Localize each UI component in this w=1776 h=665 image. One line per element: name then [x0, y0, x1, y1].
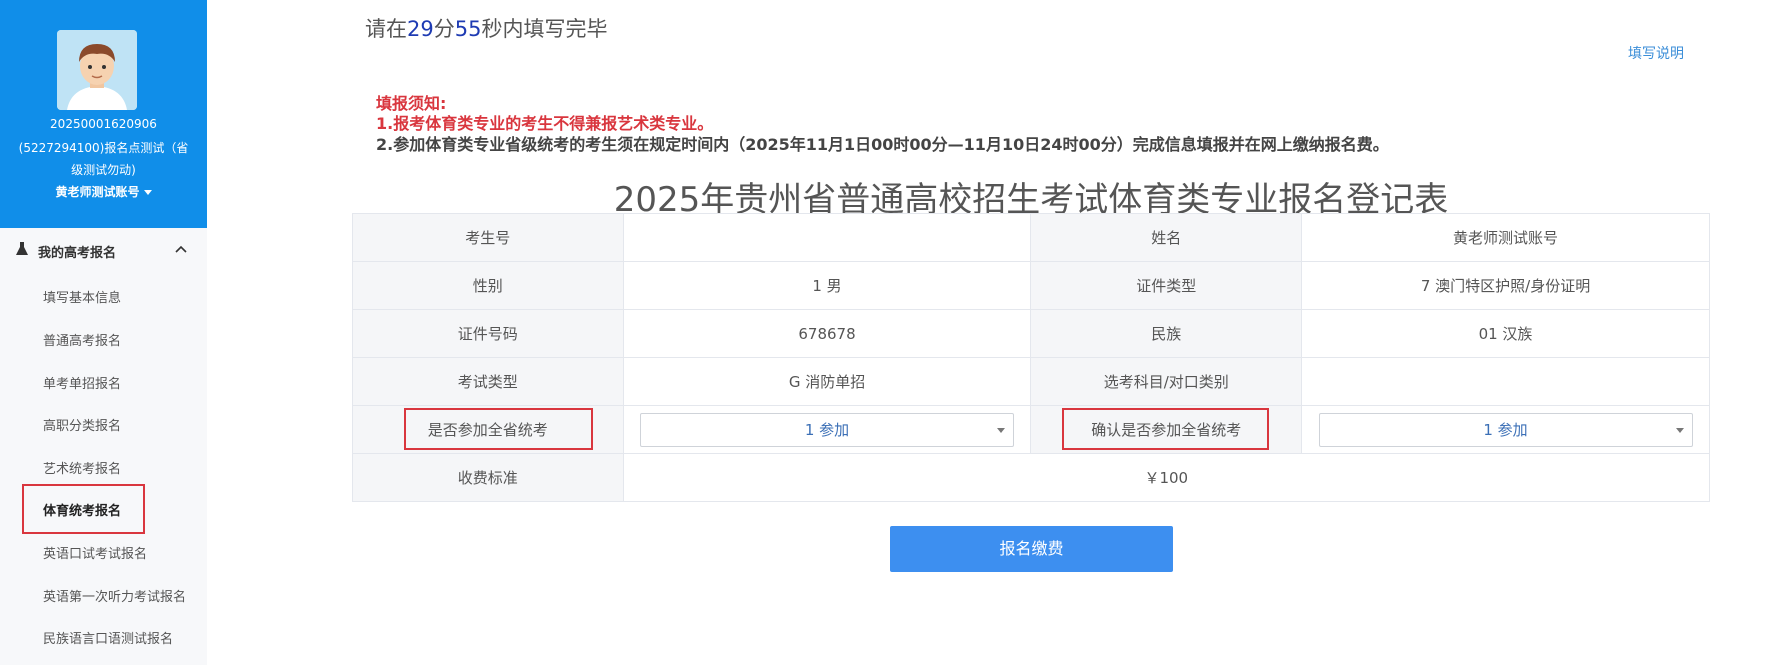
table-row: 收费标准 ￥100 [352, 453, 1711, 502]
join-provincial-exam-select[interactable]: 1 参加 [640, 412, 1015, 447]
value-fee: ￥100 [622, 453, 1711, 502]
value-exam-number [622, 213, 1032, 262]
sidebar-item-ethnic-language[interactable]: 民族语言口语测试报名 [43, 628, 173, 647]
timer-min-unit: 分 [433, 17, 455, 41]
label-exam-number: 考生号 [352, 213, 624, 262]
timer-minutes: 29 [407, 17, 434, 41]
org-line-2: 级测试勿动) [71, 163, 136, 177]
user-id: 20250001620906 [50, 117, 157, 131]
caret-down-icon [143, 190, 152, 195]
value-id-number: 678678 [622, 309, 1032, 358]
value-elective-subject [1301, 357, 1710, 406]
label-id-number: 证件号码 [352, 309, 624, 358]
join-select-value: 1 参加 [804, 420, 850, 439]
account-name: 黄老师测试账号 [55, 185, 140, 199]
label-fee: 收费标准 [352, 453, 624, 502]
sidebar-item-vocational[interactable]: 高职分类报名 [43, 415, 121, 434]
countdown-timer: 请在29分55秒内填写完毕 [365, 13, 607, 43]
value-id-type: 7 澳门特区护照/身份证明 [1301, 261, 1710, 310]
sidebar-item-english-listening[interactable]: 英语第一次听力考试报名 [43, 586, 186, 605]
highlight-box-confirm-label [1062, 408, 1269, 450]
org-line-1: (5227294100)报名点测试（省 [18, 141, 189, 155]
confirm-select-value: 1 参加 [1483, 420, 1528, 439]
cell-join-select: 1 参加 [622, 405, 1032, 454]
dropdown-arrow-icon [997, 427, 1006, 433]
confirm-provincial-exam-select[interactable]: 1 参加 [1318, 412, 1693, 447]
flask-icon [16, 242, 28, 255]
table-row: 性别 1 男 证件类型 7 澳门特区护照/身份证明 [352, 261, 1710, 310]
registration-table: 考生号 姓名 黄老师测试账号 性别 1 男 证件类型 7 澳门特区护照/身份证明… [352, 213, 1711, 502]
value-ethnicity: 01 汉族 [1301, 309, 1710, 358]
menu-header-label: 我的高考报名 [38, 246, 117, 261]
label-id-type: 证件类型 [1030, 261, 1303, 310]
dropdown-arrow-icon [1675, 427, 1684, 433]
label-exam-type: 考试类型 [352, 357, 624, 406]
menu-header-gaokao[interactable]: 我的高考报名 [0, 236, 207, 266]
timer-prefix: 请在 [365, 17, 407, 41]
sidebar-item-basic-info[interactable]: 填写基本信息 [43, 287, 121, 306]
table-row: 证件号码 678678 民族 01 汉族 [352, 309, 1710, 358]
chevron-up-icon [175, 245, 187, 253]
label-elective-subject: 选考科目/对口类别 [1030, 357, 1303, 406]
sidebar: 20250001620906 (5227294100)报名点测试（省 级测试勿动… [0, 0, 207, 665]
table-row: 考试类型 G 消防单招 选考科目/对口类别 [352, 357, 1710, 406]
label-gender: 性别 [352, 261, 624, 310]
sidebar-item-english-oral[interactable]: 英语口试考试报名 [43, 543, 147, 562]
value-gender: 1 男 [622, 261, 1032, 310]
highlight-box-join-label [404, 408, 593, 450]
register-pay-button[interactable]: 报名缴费 [890, 526, 1173, 572]
timer-suffix: 秒内填写完毕 [481, 17, 608, 41]
label-ethnicity: 民族 [1030, 309, 1303, 358]
notice-line-2: 2.参加体育类专业省级统考的考生须在规定时间内（2025年11月1日00时00分… [376, 135, 1389, 154]
table-row: 考生号 姓名 黄老师测试账号 [352, 213, 1710, 262]
value-name: 黄老师测试账号 [1301, 213, 1710, 262]
value-exam-type: G 消防单招 [622, 357, 1032, 406]
avatar [57, 30, 137, 110]
cell-confirm-select: 1 参加 [1301, 405, 1710, 454]
label-name: 姓名 [1030, 213, 1303, 262]
profile-panel: 20250001620906 (5227294100)报名点测试（省 级测试勿动… [0, 0, 207, 228]
account-dropdown[interactable]: 黄老师测试账号 [0, 183, 207, 200]
timer-seconds: 55 [454, 17, 482, 41]
sidebar-item-regular-gaokao[interactable]: 普通高考报名 [43, 330, 121, 349]
sidebar-item-single-exam[interactable]: 单考单招报名 [43, 373, 121, 392]
sidebar-item-art-exam[interactable]: 艺术统考报名 [43, 458, 121, 477]
highlight-box-sidebar [22, 484, 145, 534]
help-link[interactable]: 填写说明 [1628, 43, 1684, 63]
